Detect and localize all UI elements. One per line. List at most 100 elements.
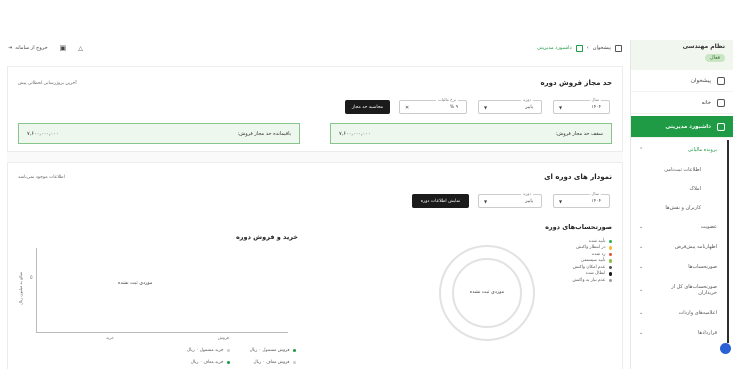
legend-dot (226, 348, 230, 353)
logout-button[interactable]: ⇥ خروج از سامانه (8, 45, 48, 51)
org-title: نظام مهندسی (682, 43, 725, 50)
field-label: سال (589, 97, 601, 102)
sidebar-item-label: اعلامیه‌های واردات (678, 310, 717, 316)
sidebar-item-tax-file[interactable]: پرونده مالیاتی ⌃ (631, 140, 727, 160)
legend-item: فروش مشمول ۰ ریال (250, 348, 296, 353)
sidebar-item-registration-info[interactable]: اطلاعات ثبت‌نامی (631, 160, 727, 179)
field-label: سال (589, 191, 601, 196)
sidebar-item-buyer-invoices[interactable]: صورتحساب‌های کل از خریداران ⌄ (631, 277, 727, 303)
sidebar-item-home[interactable]: خانه (631, 92, 733, 114)
field-value: ۱۴۰۴ (591, 105, 601, 110)
caret-down-icon: ▼ (559, 199, 563, 204)
show-period-info-button[interactable]: نمایش اطلاعات دوره (412, 194, 469, 208)
sidebar-item-import-notices[interactable]: اعلامیه‌های واردات ⌄ (631, 303, 727, 323)
top-bar: پیشخوان › داشبورد مدیریتی ⇥ خروج از ساما… (0, 40, 630, 56)
legend-label: خرید مشمول ۰ ریال (186, 348, 224, 353)
sidebar-item-membership[interactable]: عضویت ⌄ (631, 217, 727, 237)
year-select[interactable]: سال ۱۴۰۴ ▼ (553, 191, 610, 208)
sidebar-item-label: داشبورد مدیریتی (665, 123, 711, 130)
sidebar-item-invoices[interactable]: صورتحساب‌ها ⌄ (631, 257, 727, 277)
legend-dot (292, 360, 296, 365)
close-icon[interactable]: ✕ (405, 105, 409, 111)
sidebar-item-label: پیشخوان (690, 77, 711, 84)
sidebar-item-label: قراردادها (698, 330, 717, 336)
legend-dot (608, 278, 612, 282)
sidebar-item-users-roles[interactable]: کاربران و نقش‌ها (631, 198, 727, 217)
stat-value: ۷,۶۰۰,۰۰۰,۰۰۰ (27, 130, 59, 137)
sidebar-item-label: صورتحساب‌ها (688, 264, 717, 270)
field-value: پاییز (525, 199, 533, 204)
last-update-note: آخرین بروزرسانی لحظاتی پیش (18, 81, 77, 86)
main-content: حد مجاز فروش دوره آخرین بروزرسانی لحظاتی… (7, 66, 623, 369)
sidebar-item-label: اظهارنامه پیش‌فرض (675, 244, 717, 250)
chevron-down-icon: ⌄ (639, 330, 644, 336)
home-icon (717, 98, 725, 107)
x-tick-purchases: خرید (106, 335, 114, 340)
field-value: ۱۴۰۴ (591, 199, 601, 204)
top-actions: ⇥ خروج از سامانه ▣ △ (8, 44, 83, 52)
legend-item: خرید معاف ۰ ریال (191, 360, 230, 365)
legend-label: عدم امکان واکنش (572, 264, 606, 270)
stat-label: باقیمانده حد مجاز فروش: (237, 130, 291, 137)
field-label: نرخ مالیات (436, 97, 458, 102)
no-data-note: اطلاعات موجود نمی‌باشد (18, 175, 65, 180)
purchase-sales-chart: خرید و فروش دوره مبالغ به میلیون ریال 0 … (8, 218, 308, 369)
chart-icon (575, 44, 583, 52)
sidebar-item-dashboard[interactable]: پیشخوان (631, 70, 733, 92)
legend-dot (608, 252, 612, 256)
bell-icon[interactable]: △ (78, 45, 83, 52)
submenu-rail (727, 140, 729, 343)
chevron-down-icon: ⌄ (639, 264, 644, 270)
field-value: پاییز (525, 105, 533, 110)
card-title: حد مجاز فروش دوره (540, 79, 613, 87)
year-select[interactable]: سال ۱۴۰۴ ▼ (553, 97, 610, 114)
sidebar-item-label: پرونده مالیاتی (687, 147, 717, 153)
legend-dot (226, 360, 230, 365)
sidebar: نظام مهندسی فعال پیشخوان خانه داشبورد مد… (630, 40, 733, 369)
sidebar-submenu: پرونده مالیاتی ⌃ اطلاعات ثبت‌نامی املاک … (631, 140, 733, 343)
folder-icon[interactable]: ▣ (60, 44, 67, 52)
period-select[interactable]: دوره پاییز ▼ (478, 191, 542, 208)
legend-item: عدم نیاز به واکنش (572, 277, 612, 284)
sales-limit-card: حد مجاز فروش دوره آخرین بروزرسانی لحظاتی… (7, 66, 623, 152)
caret-down-icon: ▼ (559, 105, 563, 110)
legend-label: فروش معاف ۰ ریال (253, 360, 290, 365)
sidebar-item-properties[interactable]: املاک (631, 179, 727, 198)
legend-dot (608, 272, 612, 276)
calculate-limit-button[interactable]: محاسبه حد مجاز (345, 100, 390, 114)
legend-label: ابطال شده (585, 271, 606, 277)
chart-empty-label: موردی ثبت نشده (118, 281, 153, 286)
legend-dot (608, 239, 612, 243)
donut-empty-label: موردی ثبت نشده (469, 290, 505, 295)
legend-label: تأیید شده (588, 238, 606, 244)
breadcrumb-home[interactable]: پیشخوان (593, 45, 611, 51)
invoices-panel: صورتحساب‌های دوره تأیید شده در انتظار وا… (394, 218, 622, 369)
y-tick-zero: 0 (30, 275, 33, 280)
help-button[interactable] (720, 343, 731, 354)
field-value: ۹ % (449, 105, 458, 110)
chart-title: خرید و فروش دوره (235, 233, 298, 241)
field-label: دوره (521, 97, 533, 102)
breadcrumb-separator: › (586, 45, 589, 51)
legend-dot (608, 265, 612, 269)
sidebar-item-label: خانه (701, 99, 711, 106)
period-select[interactable]: دوره پاییز ▼ (478, 97, 542, 114)
tax-rate-select[interactable]: نرخ مالیات ۹ % ✕ (399, 97, 467, 114)
chevron-up-icon: ⌃ (639, 147, 644, 153)
legend-dot (608, 246, 612, 250)
breadcrumb: پیشخوان › داشبورد مدیریتی (537, 44, 622, 52)
sidebar-item-management-dashboard[interactable]: داشبورد مدیریتی (631, 116, 733, 138)
caret-down-icon: ▼ (484, 105, 488, 110)
x-axis (36, 332, 288, 333)
chevron-down-icon: ⌄ (639, 287, 644, 293)
invoice-status-legend: تأیید شده در انتظار واکنش رد شده تأیید س… (572, 238, 612, 284)
dashboard-icon (717, 76, 725, 85)
sidebar-item-contracts[interactable]: قراردادها ⌄ (631, 323, 727, 343)
legend-label: خرید معاف ۰ ریال (190, 360, 224, 365)
home-icon (615, 44, 622, 52)
caret-down-icon: ▼ (484, 199, 488, 204)
sidebar-item-default-declaration[interactable]: اظهارنامه پیش‌فرض ⌄ (631, 237, 727, 257)
field-label: دوره (521, 191, 533, 196)
legend-label: عدم نیاز به واکنش (572, 277, 606, 283)
breadcrumb-current: داشبورد مدیریتی (537, 45, 572, 51)
